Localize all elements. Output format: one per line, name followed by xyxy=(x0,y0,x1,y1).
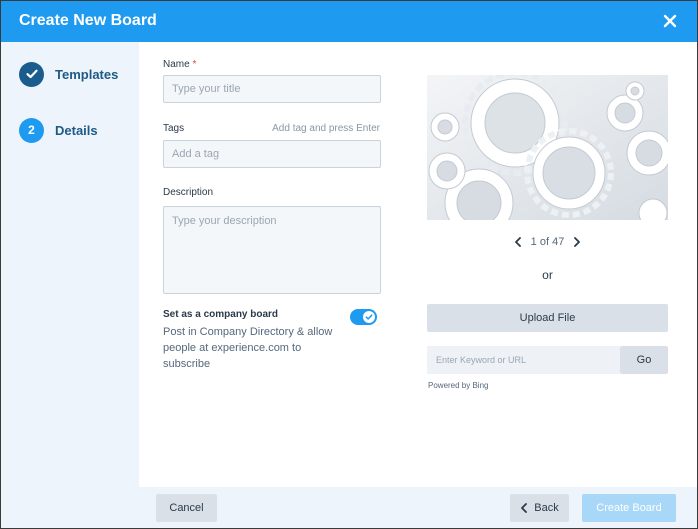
cancel-button[interactable]: Cancel xyxy=(156,494,217,522)
company-board-description: Post in Company Directory & allow people… xyxy=(163,326,333,370)
template-preview-image xyxy=(427,75,668,220)
company-board-toggle[interactable] xyxy=(350,309,377,325)
required-mark: * xyxy=(192,59,197,70)
tags-input[interactable] xyxy=(163,140,381,168)
step-details[interactable]: 2 Details xyxy=(19,117,98,143)
create-board-button[interactable]: Create Board xyxy=(582,494,676,522)
toggle-check-icon xyxy=(363,311,375,323)
go-button[interactable]: Go xyxy=(620,346,668,374)
keyword-url-input[interactable] xyxy=(427,346,620,374)
chevron-right-icon[interactable] xyxy=(572,236,582,248)
create-board-dialog: Create New Board Templates 2 Details Nam… xyxy=(0,0,698,529)
company-board-title: Set as a company board xyxy=(163,309,279,320)
chevron-left-icon[interactable] xyxy=(513,236,523,248)
description-label: Description xyxy=(163,187,214,198)
or-divider: or xyxy=(542,268,553,282)
step-label: Templates xyxy=(55,66,119,82)
pager-text: 1 of 47 xyxy=(530,236,565,248)
template-pager: 1 of 47 xyxy=(427,234,668,250)
upload-file-button[interactable]: Upload File xyxy=(427,304,668,332)
description-textarea[interactable] xyxy=(163,206,381,294)
chevron-left-icon xyxy=(521,503,528,513)
dialog-title: Create New Board xyxy=(19,12,157,29)
back-button[interactable]: Back xyxy=(510,494,569,522)
steps-sidebar: Templates 2 Details xyxy=(1,42,139,528)
tags-hint: Add tag and press Enter xyxy=(272,123,380,134)
step-number: 2 xyxy=(19,117,44,143)
tags-label: Tags xyxy=(163,123,185,134)
check-icon xyxy=(19,61,44,87)
name-input[interactable] xyxy=(163,75,381,103)
name-label: Name * xyxy=(163,59,197,70)
back-button-label: Back xyxy=(534,502,559,514)
step-templates[interactable]: Templates xyxy=(19,61,118,87)
powered-by-text: Powered by Bing xyxy=(428,381,489,390)
close-icon[interactable] xyxy=(661,12,679,30)
step-label: Details xyxy=(55,122,98,138)
dialog-header: Create New Board xyxy=(1,1,697,42)
